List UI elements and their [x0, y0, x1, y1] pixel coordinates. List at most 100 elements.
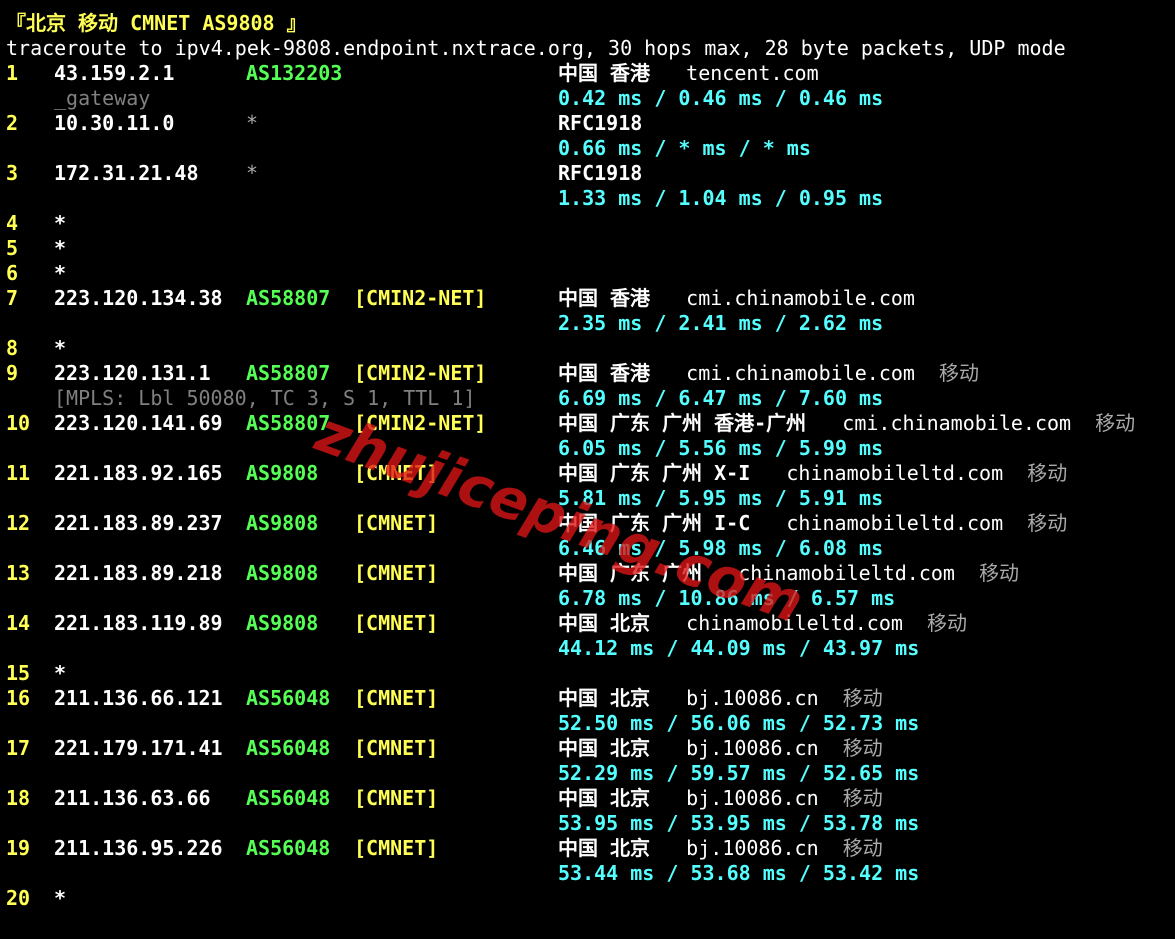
hop-number: 6 — [6, 261, 19, 285]
hop-asn: AS9808 — [246, 561, 319, 585]
hop-rtt: 6.78 ms / 10.86 ms / 6.57 ms — [558, 586, 896, 610]
hop-detail-row: 6.78 ms / 10.86 ms / 6.57 ms — [0, 586, 1175, 611]
hop-isp: 移动 — [842, 786, 883, 810]
hop-location: 中国 广东 广州 香港-广州 cmi.chinamobile.com 移动 — [558, 411, 1135, 436]
hop-location: RFC1918 — [558, 111, 642, 136]
hop-isp: 移动 — [1027, 461, 1068, 485]
hop-detail-row: 53.95 ms / 53.95 ms / 53.78 ms — [0, 811, 1175, 836]
hop-number: 2 — [6, 111, 19, 135]
hop-row: 9 223.120.131.1 AS58807 [CMIN2-NET] 中国 香港 cm… — [0, 361, 1175, 386]
hop-number: 17 — [6, 736, 31, 760]
hop-extra-info: [MPLS: Lbl 50080, TC 3, S 1, TTL 1] — [54, 386, 476, 410]
hop-rtt: 53.95 ms / 53.95 ms / 53.78 ms — [558, 811, 920, 835]
hop-row: 20 * — [0, 886, 1175, 911]
hop-row: 2 10.30.11.0 * RFC1918 — [0, 111, 1175, 136]
hop-hostname: chinamobileltd.com — [786, 461, 1004, 485]
hop-ip: 43.159.2.1 — [54, 61, 175, 85]
hop-rtt: 52.29 ms / 59.57 ms / 52.65 ms — [558, 761, 920, 785]
hop-row: 5 * — [0, 236, 1175, 261]
hop-location: 中国 香港 tencent.com — [558, 61, 819, 86]
hop-detail-row: 6.05 ms / 5.56 ms / 5.99 ms — [0, 436, 1175, 461]
hop-asn: AS58807 — [246, 361, 331, 385]
hop-ip: * — [54, 661, 67, 685]
hop-number: 15 — [6, 661, 31, 685]
hop-number: 13 — [6, 561, 31, 585]
hop-geo: RFC1918 — [558, 111, 643, 135]
hop-row: 13 221.183.89.218 AS9808 [CMNET] 中国 广东 广州 ch… — [0, 561, 1175, 586]
hop-isp: 移动 — [842, 836, 883, 860]
hop-geo: RFC1918 — [558, 161, 643, 185]
hop-isp: 移动 — [842, 686, 883, 710]
hop-ip: 221.183.89.237 — [54, 511, 223, 535]
hop-network-tag: [CMNET] — [354, 836, 439, 860]
hop-row: 7 223.120.134.38 AS58807 [CMIN2-NET] 中国 香港 c… — [0, 286, 1175, 311]
hop-hostname: cmi.chinamobile.com — [686, 361, 915, 385]
hop-detail-row: 1.33 ms / 1.04 ms / 0.95 ms — [0, 186, 1175, 211]
hop-hostname: chinamobileltd.com — [686, 611, 903, 635]
hop-row: 10 223.120.141.69 AS58807 [CMIN2-NET] 中国 广东 … — [0, 411, 1175, 436]
hop-detail-row: 52.50 ms / 56.06 ms / 52.73 ms — [0, 711, 1175, 736]
hop-row: 15 * — [0, 661, 1175, 686]
hop-isp: 移动 — [927, 611, 968, 635]
hop-network-tag: [CMNET] — [354, 511, 439, 535]
hop-detail-row: 53.44 ms / 53.68 ms / 53.42 ms — [0, 861, 1175, 886]
hop-location: 中国 广东 广州 chinamobileltd.com 移动 — [558, 561, 1019, 586]
hop-number: 19 — [6, 836, 31, 860]
hop-location: 中国 广东 广州 I-C chinamobileltd.com 移动 — [558, 511, 1067, 536]
hop-ip: 211.136.66.121 — [54, 686, 223, 710]
hop-location: 中国 香港 cmi.chinamobile.com — [558, 286, 915, 311]
hop-rtt: 53.44 ms / 53.68 ms / 53.42 ms — [558, 861, 920, 885]
hop-geo: 中国 香港 — [558, 286, 651, 310]
hop-asn: AS58807 — [246, 411, 331, 435]
hop-ip: 221.183.89.218 — [54, 561, 223, 585]
hop-row: 6 * — [0, 261, 1175, 286]
hop-ip: * — [54, 886, 67, 910]
hop-rtt: 6.69 ms / 6.47 ms / 7.60 ms — [558, 386, 884, 410]
hop-hostname: bj.10086.cn — [686, 686, 819, 710]
hop-hostname: tencent.com — [686, 61, 819, 85]
hop-asn: AS9808 — [246, 611, 319, 635]
hop-asn: * — [246, 111, 259, 135]
hop-location: 中国 广东 广州 X-I chinamobileltd.com 移动 — [558, 461, 1067, 486]
hop-ip: * — [54, 336, 67, 360]
hop-ip: 221.179.171.41 — [54, 736, 223, 760]
hop-ip: 221.183.92.165 — [54, 461, 223, 485]
hop-hostname: bj.10086.cn — [686, 736, 819, 760]
hop-row: 3 172.31.21.48 * RFC1918 — [0, 161, 1175, 186]
hop-network-tag: [CMNET] — [354, 561, 439, 585]
hop-geo: 中国 广东 广州 — [558, 561, 703, 585]
hop-isp: 移动 — [939, 361, 980, 385]
hop-geo: 中国 北京 — [558, 836, 651, 860]
hop-row: 8 * — [0, 336, 1175, 361]
hop-detail-row: 52.29 ms / 59.57 ms / 52.65 ms — [0, 761, 1175, 786]
hop-ip: * — [54, 236, 67, 260]
hop-detail-row: [MPLS: Lbl 50080, TC 3, S 1, TTL 1] 6.69 … — [0, 386, 1175, 411]
hop-location: 中国 北京 bj.10086.cn 移动 — [558, 836, 883, 861]
hop-detail-row: 2.35 ms / 2.41 ms / 2.62 ms — [0, 311, 1175, 336]
hop-detail-row: 44.12 ms / 44.09 ms / 43.97 ms — [0, 636, 1175, 661]
hop-number: 1 — [6, 61, 19, 85]
hop-rtt: 1.33 ms / 1.04 ms / 0.95 ms — [558, 186, 884, 210]
hop-number: 11 — [6, 461, 31, 485]
hop-rtt: 52.50 ms / 56.06 ms / 52.73 ms — [558, 711, 920, 735]
hop-network-tag: [CMNET] — [354, 736, 439, 760]
hop-network-tag: [CMNET] — [354, 786, 439, 810]
hop-isp: 移动 — [1095, 411, 1136, 435]
hop-rtt: 2.35 ms / 2.41 ms / 2.62 ms — [558, 311, 884, 335]
hop-geo: 中国 香港 — [558, 61, 651, 85]
hop-network-tag: [CMNET] — [354, 461, 439, 485]
hop-rtt: 6.05 ms / 5.56 ms / 5.99 ms — [558, 436, 884, 460]
hop-ip: 211.136.95.226 — [54, 836, 223, 860]
hop-hostname: bj.10086.cn — [686, 836, 819, 860]
hop-row: 12 221.183.89.237 AS9808 [CMNET] 中国 广东 广州 I-… — [0, 511, 1175, 536]
hop-hostname: cmi.chinamobile.com — [842, 411, 1072, 435]
hop-hostname: chinamobileltd.com — [786, 511, 1004, 535]
hop-number: 7 — [6, 286, 19, 310]
hop-asn: AS56048 — [246, 836, 331, 860]
hop-asn: AS56048 — [246, 736, 331, 760]
hop-asn: AS56048 — [246, 686, 331, 710]
hop-number: 16 — [6, 686, 31, 710]
hop-rtt: 6.46 ms / 5.98 ms / 6.08 ms — [558, 536, 884, 560]
hop-rtt: 5.81 ms / 5.95 ms / 5.91 ms — [558, 486, 884, 510]
hop-number: 9 — [6, 361, 19, 385]
